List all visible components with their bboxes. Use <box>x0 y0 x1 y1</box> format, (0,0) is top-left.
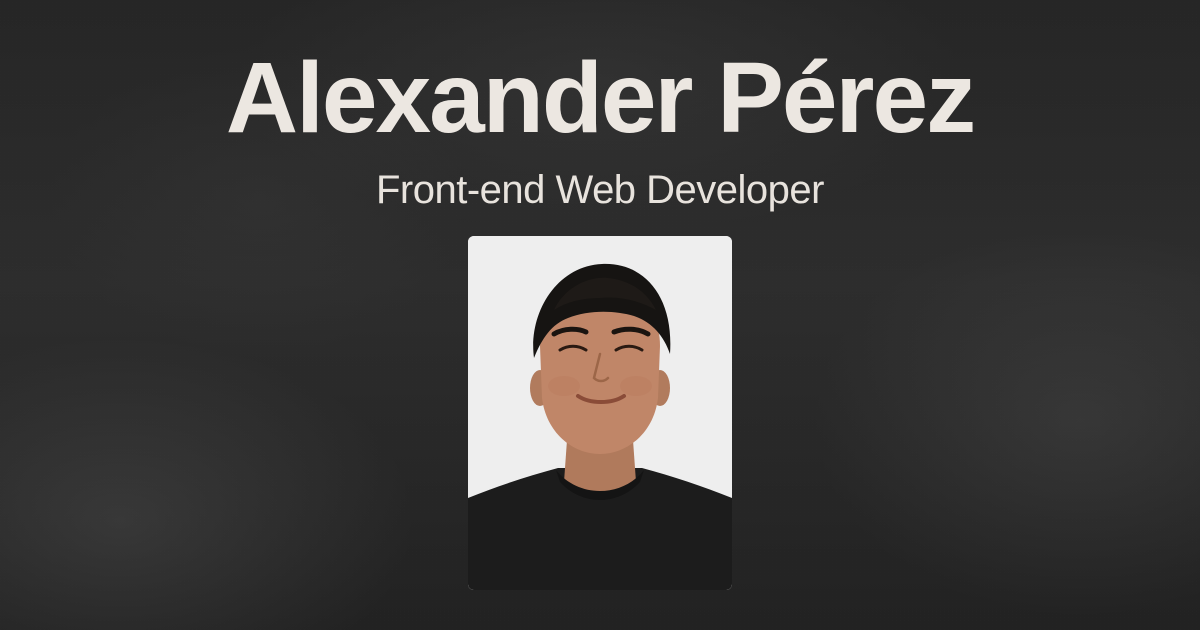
job-title: Front-end Web Developer <box>376 168 825 212</box>
portrait-photo-icon <box>468 236 732 590</box>
hero-banner: Alexander Pérez Front-end Web Developer <box>0 0 1200 630</box>
profile-photo <box>468 236 732 590</box>
page-title: Alexander Pérez <box>225 42 976 154</box>
